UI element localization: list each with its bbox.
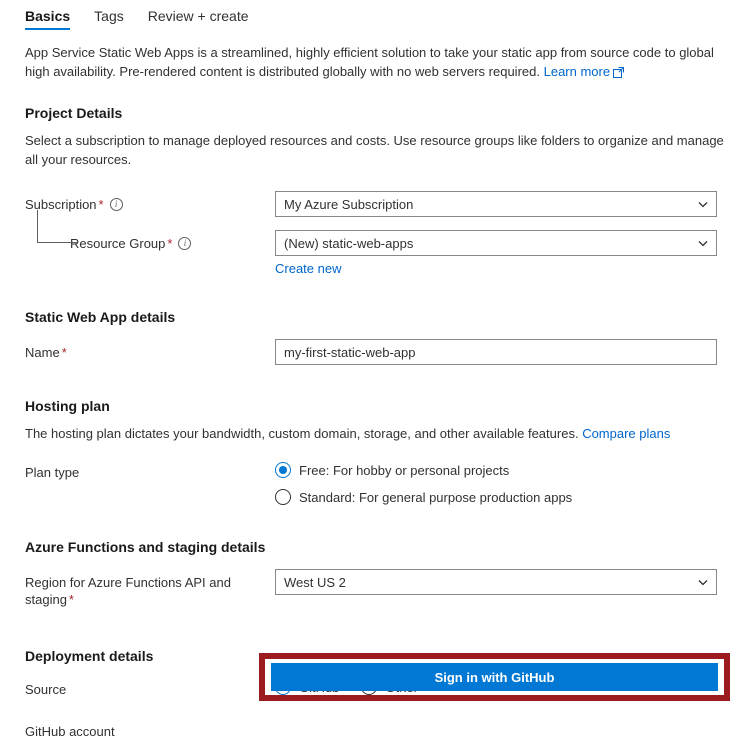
subscription-label-text: Subscription bbox=[25, 197, 97, 212]
plan-type-radio-group: Free: For hobby or personal projects Sta… bbox=[275, 459, 717, 505]
plan-type-control: Free: For hobby or personal projects Sta… bbox=[275, 459, 717, 505]
name-label: Name * bbox=[25, 339, 275, 361]
learn-more-link[interactable]: Learn more bbox=[543, 64, 625, 79]
resource-group-value: (New) static-web-apps bbox=[284, 235, 414, 251]
hosting-plan-title: Hosting plan bbox=[25, 398, 110, 414]
plan-type-option-standard[interactable]: Standard: For general purpose production… bbox=[275, 489, 717, 505]
radio-unselected-icon bbox=[275, 489, 291, 505]
tab-basics[interactable]: Basics bbox=[25, 8, 71, 30]
source-label: Source bbox=[25, 682, 67, 697]
plan-type-label: Plan type bbox=[25, 465, 80, 480]
tab-bar: Basics Tags Review + create bbox=[0, 0, 754, 30]
subscription-info-icon[interactable] bbox=[109, 198, 123, 211]
project-details-title: Project Details bbox=[25, 105, 123, 121]
resource-group-row: Resource Group* (New) static-web-apps Cr… bbox=[25, 210, 754, 276]
plan-type-option-free[interactable]: Free: For hobby or personal projects bbox=[275, 462, 717, 478]
region-value: West US 2 bbox=[284, 574, 346, 590]
hosting-plan-description: The hosting plan dictates your bandwidth… bbox=[25, 424, 725, 443]
tab-tags[interactable]: Tags bbox=[94, 8, 124, 30]
sign-in-with-github-button[interactable]: Sign in with GitHub bbox=[271, 663, 718, 691]
github-account-label: GitHub account bbox=[25, 724, 115, 739]
plan-type-option-standard-label: Standard: For general purpose production… bbox=[299, 489, 573, 505]
hosting-plan-description-text: The hosting plan dictates your bandwidth… bbox=[25, 426, 579, 441]
chevron-down-icon bbox=[697, 576, 709, 588]
name-row: Name * my-first-static-web-app bbox=[25, 339, 754, 365]
github-account-row: GitHub account bbox=[25, 718, 754, 740]
region-dropdown[interactable]: West US 2 bbox=[275, 569, 717, 595]
resource-group-info-icon[interactable] bbox=[178, 237, 192, 250]
subscription-value: My Azure Subscription bbox=[284, 196, 414, 212]
chevron-down-icon bbox=[697, 198, 709, 210]
resource-group-control: (New) static-web-apps Create new bbox=[275, 230, 717, 276]
region-control: West US 2 bbox=[275, 569, 717, 595]
external-link-icon bbox=[613, 64, 625, 83]
region-row: Region for Azure Functions API and stagi… bbox=[25, 569, 754, 608]
name-input[interactable]: my-first-static-web-app bbox=[275, 339, 717, 365]
region-label-text: Region for Azure Functions API and stagi… bbox=[25, 575, 231, 607]
tab-tags-label: Tags bbox=[94, 8, 124, 24]
intro-paragraph: App Service Static Web Apps is a streaml… bbox=[25, 43, 725, 83]
chevron-down-icon bbox=[697, 237, 709, 249]
name-required-asterisk: * bbox=[61, 345, 67, 360]
radio-selected-icon bbox=[275, 462, 291, 478]
subscription-required-asterisk: * bbox=[98, 197, 104, 212]
deployment-details-title: Deployment details bbox=[25, 648, 154, 664]
subscription-control: My Azure Subscription bbox=[275, 191, 717, 217]
resource-group-dropdown[interactable]: (New) static-web-apps bbox=[275, 230, 717, 256]
plan-type-option-free-label: Free: For hobby or personal projects bbox=[299, 462, 510, 478]
resource-group-required-asterisk: * bbox=[167, 236, 173, 251]
subscription-label: Subscription * bbox=[25, 191, 275, 213]
plan-type-row: Plan type Free: For hobby or personal pr… bbox=[25, 459, 754, 505]
resource-group-label-text: Resource Group bbox=[70, 236, 166, 251]
tab-review-create[interactable]: Review + create bbox=[148, 8, 249, 30]
resource-group-label: Resource Group * bbox=[25, 230, 275, 252]
learn-more-label: Learn more bbox=[543, 64, 611, 79]
compare-plans-link[interactable]: Compare plans bbox=[582, 426, 670, 441]
name-label-text: Name bbox=[25, 345, 60, 360]
name-control: my-first-static-web-app bbox=[275, 339, 717, 365]
tab-basics-label: Basics bbox=[25, 8, 71, 24]
tab-review-create-label: Review + create bbox=[147, 8, 249, 24]
static-web-app-details-title: Static Web App details bbox=[25, 309, 176, 325]
create-new-link[interactable]: Create new bbox=[275, 261, 341, 276]
name-value: my-first-static-web-app bbox=[284, 344, 416, 360]
subscription-row: Subscription* My Azure Subscription bbox=[25, 191, 754, 217]
subscription-dropdown[interactable]: My Azure Subscription bbox=[275, 191, 717, 217]
azure-functions-title: Azure Functions and staging details bbox=[25, 539, 266, 555]
project-details-description: Select a subscription to manage deployed… bbox=[25, 133, 724, 167]
create-new-resource-group-wrapper: Create new bbox=[275, 261, 717, 276]
region-required-asterisk: * bbox=[68, 592, 74, 607]
region-label: Region for Azure Functions API and stagi… bbox=[25, 569, 275, 608]
